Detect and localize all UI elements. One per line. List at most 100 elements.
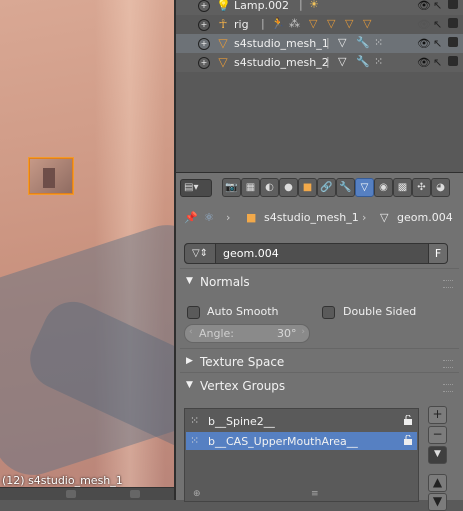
scene-data-icon: ⚛ (204, 211, 214, 224)
vertex-groups-icon: ⁙ (374, 36, 384, 49)
fake-user-button[interactable]: F (428, 243, 448, 264)
vertex-group-item[interactable]: ⁙ b__Spine2__ (186, 412, 417, 430)
pin-icon[interactable]: 📌 (184, 211, 198, 224)
panel-title: Vertex Groups (200, 379, 286, 393)
vertex-group-list[interactable]: ⁙ b__Spine2__ ⁙ b__CAS_UpperMouthArea__ … (184, 408, 419, 502)
vertex-group-icon: ▽ (345, 17, 354, 30)
world-icon[interactable]: ● (279, 178, 298, 197)
vertex-group-icon: ▽ (309, 17, 318, 30)
panel-header-vertex-groups[interactable]: ▼ Vertex Groups (180, 376, 459, 396)
lamp-data-icon: ☀ (309, 0, 319, 11)
list-filter-grip-icon[interactable]: ≡ (311, 489, 319, 499)
triangle-down-icon: ▼ (186, 380, 193, 390)
material-icon[interactable]: ◉ (374, 178, 393, 197)
particles-icon[interactable]: ✣ (412, 178, 431, 197)
pose-icon: 🏃 (271, 17, 285, 30)
panel-header-normals[interactable]: ▼ Normals (180, 272, 459, 292)
vertex-group-name: b__CAS_UpperMouthArea__ (208, 435, 358, 448)
editor-type-menu[interactable]: ▤▾ (180, 179, 212, 197)
outliner-item-name: s4studio_mesh_2 (234, 56, 329, 69)
footer-icon[interactable] (66, 490, 76, 498)
outliner-item-name: s4studio_mesh_1 (234, 37, 329, 50)
object-icon: ■ (246, 211, 257, 224)
vertex-group-item[interactable]: ⁙ b__CAS_UpperMouthArea__ (186, 432, 417, 450)
mesh-texture (43, 168, 55, 188)
panel-divider (180, 372, 459, 373)
selectable-icon[interactable]: ↖ (433, 18, 442, 31)
vertex-group-icon: ⁙ (190, 434, 200, 447)
remove-vertex-group-button[interactable]: − (428, 426, 447, 444)
chevron-right-icon: › (362, 211, 367, 224)
lamp-icon: 💡 (216, 0, 231, 12)
drag-grip-icon[interactable] (443, 384, 453, 392)
properties-header: ▤▾ 📷 ▦ ◐ ● ■ 🔗 🔧 ▽ ◉ ▩ ✣ ◕ (176, 172, 463, 201)
decrement-arrow-icon[interactable]: ‹ (189, 327, 193, 337)
lock-icon[interactable] (403, 435, 413, 445)
mesh-data-icon: ▽ (338, 36, 347, 49)
outliner-row-mesh-2[interactable]: + ▽ s4studio_mesh_2 | ▽ 🔧 ⁙ 👁 ↖ (176, 53, 463, 72)
visibility-icon[interactable]: 👁 (417, 37, 431, 50)
expand-icon[interactable]: + (198, 38, 210, 50)
render-icon[interactable] (448, 37, 458, 47)
armature-icon: ☥ (218, 17, 228, 31)
render-layers-icon[interactable]: ▦ (241, 178, 260, 197)
mesh-data-icon[interactable]: ▽ (355, 178, 374, 197)
vertex-group-icon: ⁙ (190, 414, 200, 427)
render-icon[interactable] (448, 0, 458, 9)
properties-editor: 📌 ⚛ › ■ s4studio_mesh_1 › ▽ geom.004 ▽⇕ … (176, 200, 463, 511)
move-up-button[interactable]: ▲ (428, 474, 447, 492)
panel-title: Normals (200, 275, 250, 289)
selected-mesh-object[interactable] (28, 157, 74, 195)
triangle-down-icon: ▼ (186, 276, 193, 286)
add-vertex-group-button[interactable]: + (428, 406, 447, 424)
render-icon[interactable] (448, 56, 458, 66)
selectable-icon[interactable]: ↖ (433, 37, 442, 50)
selectable-icon[interactable]: ↖ (433, 0, 442, 12)
modifier-wrench-icon: 🔧 (356, 36, 370, 49)
visibility-icon[interactable]: 👁 (417, 18, 431, 31)
vertex-group-icon: ▽ (363, 17, 372, 30)
physics-icon[interactable]: ◕ (431, 178, 450, 197)
outliner-row-mesh-1[interactable]: + ▽ s4studio_mesh_1 | ▽ 🔧 ⁙ 👁 ↖ (176, 34, 463, 53)
visibility-icon[interactable]: 👁 (417, 56, 431, 69)
selectable-icon[interactable]: ↖ (433, 56, 442, 69)
chevron-right-icon: › (226, 211, 231, 224)
vertex-groups-icon: ⁙ (374, 55, 384, 68)
viewport-status-text: (12) s4studio_mesh_1 (2, 474, 123, 487)
constraints-icon[interactable]: 🔗 (317, 178, 336, 197)
mesh-datablock-field[interactable]: ▽⇕ geom.004 (184, 243, 446, 264)
drag-grip-icon[interactable] (443, 280, 453, 288)
render-context-icon[interactable]: 📷 (222, 178, 241, 197)
footer-icon[interactable] (130, 490, 140, 498)
expand-icon[interactable]: + (198, 0, 210, 12)
outliner-row-lamp[interactable]: + 💡 Lamp.002 | ☀ 👁 ↖ (176, 0, 463, 15)
mesh-icon: ▽ (218, 55, 228, 69)
double-sided-checkbox[interactable] (322, 306, 335, 319)
vertex-group-specials-menu[interactable]: ▼ (428, 446, 447, 464)
expand-icon[interactable]: + (198, 19, 210, 31)
panel-header-texture-space[interactable]: ▶ Texture Space (180, 352, 459, 372)
outliner-panel: + 💡 Lamp.002 | ☀ 👁 ↖ + ☥ rig | 🏃 ⁂ ▽ ▽ ▽… (176, 0, 463, 172)
panel-divider (180, 348, 459, 349)
texture-icon[interactable]: ▩ (393, 178, 412, 197)
3d-viewport[interactable]: (12) s4studio_mesh_1 (0, 0, 174, 500)
outliner-row-rig[interactable]: + ☥ rig | 🏃 ⁂ ▽ ▽ ▽ ▽ 👁 ↖ (176, 15, 463, 34)
object-icon[interactable]: ■ (298, 178, 317, 197)
mesh-browse-icon[interactable]: ▽⇕ (185, 244, 216, 263)
panel-divider (180, 268, 459, 269)
lock-icon[interactable] (403, 415, 413, 425)
expand-icon[interactable]: + (198, 57, 210, 69)
auto-smooth-checkbox[interactable] (187, 306, 200, 319)
increment-arrow-icon[interactable]: › (301, 327, 305, 337)
render-icon[interactable] (448, 18, 458, 28)
separator-icon: | (326, 36, 330, 49)
drag-grip-icon[interactable] (443, 360, 453, 368)
mesh-datablock-name[interactable]: geom.004 (223, 247, 279, 260)
autosmooth-angle-slider[interactable]: ‹ Angle: 30° › (184, 324, 310, 343)
visibility-icon[interactable]: 👁 (417, 0, 431, 12)
list-resize-grip-icon[interactable]: ⊕ (193, 489, 201, 499)
move-down-button[interactable]: ▼ (428, 493, 447, 511)
angle-value: 30° (277, 327, 297, 340)
scene-icon[interactable]: ◐ (260, 178, 279, 197)
modifiers-wrench-icon[interactable]: 🔧 (336, 178, 355, 197)
